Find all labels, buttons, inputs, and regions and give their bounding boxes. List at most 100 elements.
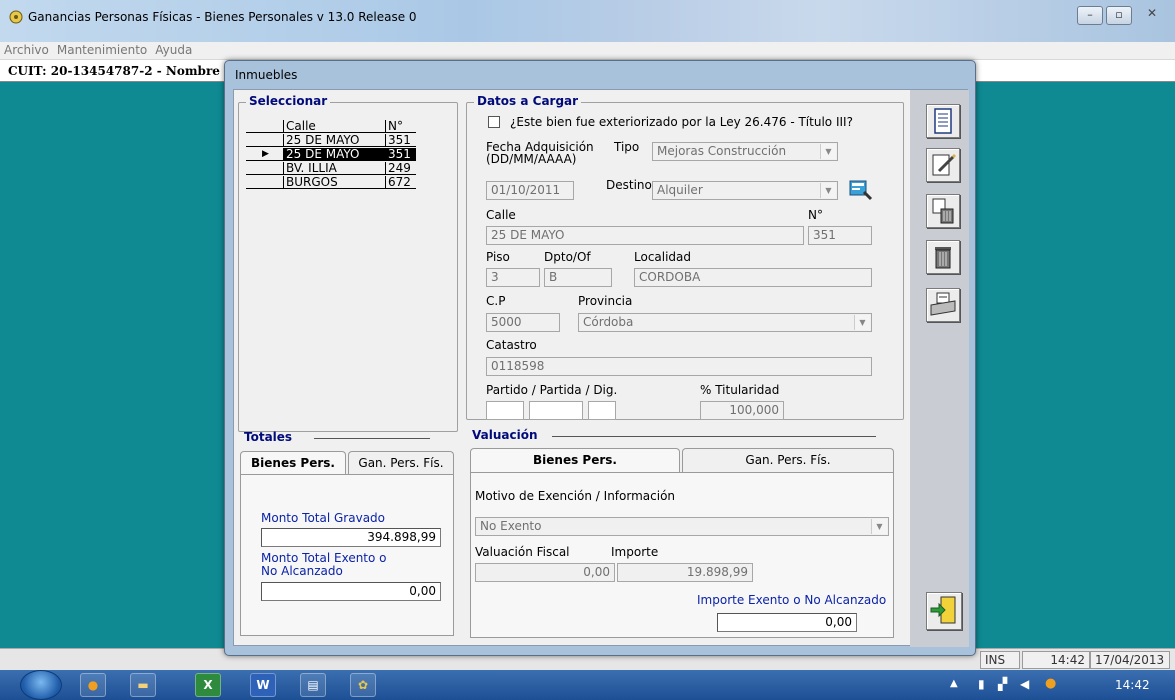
start-button[interactable]	[20, 670, 62, 700]
exteriorizado-checkbox[interactable]	[488, 116, 500, 128]
trash-button[interactable]	[926, 240, 960, 274]
chevron-down-icon[interactable]: ▼	[871, 519, 887, 534]
row-pointer-icon: ▶	[246, 148, 284, 161]
calle-field[interactable]: 25 DE MAYO	[486, 226, 804, 245]
taskbar-clock[interactable]: 14:42	[1115, 678, 1150, 692]
minimize-button[interactable]: –	[1077, 6, 1103, 25]
titularidad-field[interactable]: 100,000	[700, 401, 784, 420]
cp-label: C.P	[486, 294, 506, 308]
monto-gravado-field[interactable]: 394.898,99	[261, 528, 441, 547]
totales-label: Totales	[244, 430, 293, 444]
col-calle: Calle	[284, 120, 386, 133]
provincia-label: Provincia	[578, 294, 633, 308]
fecha-field[interactable]: 01/10/2011	[486, 181, 574, 200]
dialog-title: Inmuebles	[235, 68, 298, 82]
taskbar: ● ▬ X W ▤ ✿ ▲ ▮ ▞ ◀ ● 14:42	[0, 670, 1175, 700]
titularidad-label: % Titularidad	[700, 383, 780, 397]
close-button[interactable]: ✕	[1138, 6, 1166, 25]
trash-icon	[935, 247, 951, 269]
dig-field[interactable]	[588, 401, 616, 420]
print-button[interactable]	[926, 288, 960, 322]
catastro-label: Catastro	[486, 338, 537, 352]
importe-exento-field[interactable]: 0,00	[717, 613, 857, 632]
valuacion-panel: Motivo de Exención / Información No Exen…	[470, 472, 894, 638]
num-label: N°	[808, 208, 823, 222]
destino-label: Destino	[606, 178, 652, 192]
col-num: N°	[386, 120, 416, 133]
num-field[interactable]: 351	[808, 226, 872, 245]
document-list-icon	[934, 108, 952, 134]
dpto-field[interactable]: B	[544, 268, 612, 287]
folder-icon[interactable]: ▬	[130, 673, 156, 697]
partido-label: Partido / Partida / Dig.	[486, 383, 618, 397]
valuacion-fiscal-label: Valuación Fiscal	[475, 545, 570, 559]
exit-door-icon	[930, 596, 956, 624]
inmuebles-dialog: Inmuebles Seleccionar Calle N° 25 DE MAY…	[224, 60, 976, 656]
seleccionar-label: Seleccionar	[246, 94, 331, 108]
table-row[interactable]: BV. ILLIA 249	[246, 162, 416, 175]
cuit-label: CUIT: 20-13454787-2 - Nombre	[8, 64, 220, 78]
monto-exento-field[interactable]: 0,00	[261, 582, 441, 601]
exit-button[interactable]	[926, 592, 962, 630]
tray-app-icon[interactable]: ●	[1045, 676, 1056, 691]
importe-exento-label: Importe Exento o No Alcanzado	[697, 593, 887, 607]
catastro-field[interactable]: 0118598	[486, 357, 872, 376]
menu-mantenimiento[interactable]: Mantenimiento	[53, 42, 151, 59]
afip-icon[interactable]: ▤	[300, 673, 326, 697]
app-taskbar-icon[interactable]: ✿	[350, 673, 376, 697]
tray-arrow-icon[interactable]: ▲	[950, 678, 958, 689]
word-icon[interactable]: W	[250, 673, 276, 697]
list-button[interactable]	[926, 104, 960, 138]
monto-gravado-label: Monto Total Gravado	[261, 511, 386, 525]
volume-icon[interactable]: ◀	[1020, 677, 1029, 691]
grid-header: Calle N°	[246, 120, 416, 133]
chevron-down-icon[interactable]: ▼	[820, 183, 836, 198]
menu-bar: Archivo Mantenimiento Ayuda	[0, 42, 1175, 60]
tab-valuacion-ganancias[interactable]: Gan. Pers. Fís.	[682, 448, 894, 472]
provincia-select[interactable]: Córdoba ▼	[578, 313, 872, 332]
chevron-down-icon[interactable]: ▼	[820, 144, 836, 159]
maximize-button[interactable]: ▫	[1106, 6, 1132, 25]
monto-exento-label-2: No Alcanzado	[261, 564, 343, 578]
status-mode: INS	[980, 651, 1020, 669]
excel-icon[interactable]: X	[195, 673, 221, 697]
edit-button[interactable]	[926, 148, 960, 182]
datos-label: Datos a Cargar	[474, 94, 582, 108]
tipo-label: Tipo	[614, 140, 640, 154]
search-lookup-icon[interactable]	[848, 178, 874, 202]
inmuebles-grid[interactable]: Calle N° 25 DE MAYO 351 ▶ 25 DE MAYO 351…	[246, 120, 416, 206]
partida-field[interactable]	[529, 401, 583, 420]
status-date: 17/04/2013	[1090, 651, 1170, 669]
motivo-select[interactable]: No Exento ▼	[475, 517, 889, 536]
valuacion-label: Valuación	[472, 428, 538, 442]
status-time: 14:42	[1022, 651, 1090, 669]
destino-select[interactable]: Alquiler ▼	[652, 181, 838, 200]
table-row[interactable]: BURGOS 672	[246, 176, 416, 189]
tab-totales-bienes[interactable]: Bienes Pers.	[240, 451, 346, 475]
menu-archivo[interactable]: Archivo	[0, 42, 53, 59]
delete-entry-button[interactable]	[926, 194, 960, 228]
piso-field[interactable]: 3	[486, 268, 540, 287]
battery-icon[interactable]: ▮	[978, 677, 985, 691]
chevron-down-icon[interactable]: ▼	[854, 315, 870, 330]
menu-ayuda[interactable]: Ayuda	[151, 42, 196, 59]
table-row-selected[interactable]: ▶ 25 DE MAYO 351	[246, 148, 416, 161]
tipo-select[interactable]: Mejoras Construcción ▼	[652, 142, 838, 161]
cp-field[interactable]: 5000	[486, 313, 560, 332]
localidad-field[interactable]: CORDOBA	[634, 268, 872, 287]
valuacion-fiscal-field[interactable]: 0,00	[475, 563, 615, 582]
printer-icon	[930, 292, 956, 316]
edit-icon	[932, 153, 957, 176]
table-row[interactable]: 25 DE MAYO 351	[246, 134, 416, 147]
tab-valuacion-bienes[interactable]: Bienes Pers.	[470, 448, 680, 472]
fecha-format-label: (DD/MM/AAAA)	[486, 152, 577, 166]
document-trash-icon	[932, 198, 954, 224]
motivo-label: Motivo de Exención / Información	[475, 489, 676, 503]
network-icon[interactable]: ▞	[998, 677, 1007, 691]
totales-panel: Monto Total Gravado 394.898,99 Monto Tot…	[240, 474, 454, 636]
chrome-icon[interactable]: ●	[80, 673, 106, 697]
tab-totales-ganancias[interactable]: Gan. Pers. Fís.	[348, 451, 454, 475]
partido-field[interactable]	[486, 401, 524, 420]
dpto-label: Dpto/Of	[544, 250, 591, 264]
importe-field[interactable]: 19.898,99	[617, 563, 753, 582]
